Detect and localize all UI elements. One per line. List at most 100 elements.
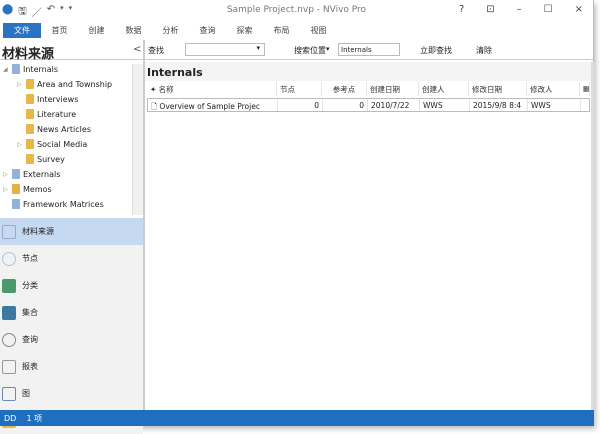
maximize-button[interactable]: ☐ [544, 4, 553, 15]
ribbon-tabs: 文件 首页 创建 数据 分析 查询 探索 布局 视图 [0, 22, 593, 39]
nav-button[interactable]: 集合 [0, 299, 143, 326]
tree-item[interactable]: Interviews [17, 92, 78, 106]
column-references[interactable]: 参考点 [322, 82, 367, 96]
tree-item[interactable]: Literature [17, 107, 76, 121]
name-text: Overview of Sample Projec [159, 102, 260, 111]
ribbon-options-button[interactable]: ⊡ [486, 4, 494, 15]
list-title: Internals [145, 62, 591, 81]
sources-icon [2, 224, 16, 239]
minimize-button[interactable]: – [517, 4, 522, 15]
folder-icon [26, 124, 34, 134]
tree-item-label: Literature [37, 109, 77, 119]
classifications-icon [2, 278, 16, 293]
list-scrollbar[interactable] [591, 62, 594, 410]
nav-label: 图 [22, 389, 30, 398]
title-bar: ⬤ 🖫 ／ ↶ ▾ ▾ Sample Project.nvp - NVivo P… [0, 0, 593, 20]
tab-layout[interactable]: 布局 [263, 25, 300, 36]
nav-label: 报表 [22, 362, 38, 371]
list-view: Internals ✦ 名称 节点 参考点 创建日期 创建人 修改日期 修改人 … [145, 62, 591, 410]
tab-explore[interactable]: 探索 [226, 25, 263, 36]
table-row[interactable]: 🗋 Overview of Sample Projec 0 0 2010/7/2… [147, 98, 590, 112]
maps-icon [2, 386, 16, 401]
tab-view[interactable]: 视图 [300, 25, 337, 36]
search-in-dropdown[interactable]: ▾ [326, 45, 330, 53]
nav-button[interactable]: 节点 [0, 245, 143, 272]
app-window: ⬤ 🖫 ／ ↶ ▾ ▾ Sample Project.nvp - NVivo P… [0, 0, 594, 434]
tree-item-label: Internals [23, 64, 58, 74]
nav-label: 分类 [22, 281, 38, 290]
nav-button[interactable]: 报表 [0, 353, 143, 380]
tab-home[interactable]: 首页 [41, 25, 78, 36]
expand-icon[interactable]: ▷ [17, 141, 23, 148]
tree-item[interactable]: News Articles [17, 122, 91, 136]
column-chooser-icon[interactable]: ▦ [580, 82, 590, 96]
status-user: DD [4, 414, 17, 423]
tab-file[interactable]: 文件 [3, 23, 41, 38]
clear-button[interactable]: 清除 [476, 45, 492, 56]
column-created-on[interactable]: 创建日期 [367, 82, 419, 96]
close-button[interactable]: × [575, 4, 583, 15]
expand-icon[interactable]: ▷ [3, 171, 9, 178]
tree-item-label: Survey [37, 154, 65, 164]
expand-icon[interactable]: ▷ [3, 186, 9, 193]
cell-modified-by: WWS [528, 99, 581, 111]
navigation-pane: 材料来源节点分类集合查询报表图文件夹 [0, 218, 143, 434]
find-input[interactable]: ▾ [185, 43, 265, 56]
nav-label: 查询 [22, 335, 38, 344]
nav-button[interactable]: 材料来源 [0, 218, 143, 245]
tab-query[interactable]: 查询 [189, 25, 226, 36]
nav-button[interactable]: 图 [0, 380, 143, 407]
column-modified-by[interactable]: 修改人 [527, 82, 580, 96]
column-created-by[interactable]: 创建人 [419, 82, 469, 96]
tree-item[interactable]: ▷ Memos [3, 182, 52, 196]
collapse-sidebar-button[interactable]: < [133, 44, 141, 55]
tree-item[interactable]: ▷ Social Media [17, 137, 87, 151]
search-location-field[interactable]: Internals [338, 43, 400, 56]
find-bar: 材料来源 < 查找 ▾ 搜索位置 ▾ Internals 立即查找 清除 [0, 40, 593, 62]
cell-name: 🗋 Overview of Sample Projec [148, 99, 278, 111]
source-tree: ◢ Internals ▷ Area and Township Interviews Li… [0, 62, 143, 216]
tab-analyze[interactable]: 分析 [152, 25, 189, 36]
column-modified-on[interactable]: 修改日期 [469, 82, 527, 96]
nav-label: 材料来源 [22, 227, 54, 236]
folder-icon [12, 184, 20, 194]
folder-icon [26, 139, 34, 149]
nav-label: 集合 [22, 308, 38, 317]
tree-item[interactable]: ◢ Internals [3, 62, 58, 76]
cell-created-by: WWS [420, 99, 470, 111]
tab-data[interactable]: 数据 [115, 25, 152, 36]
expand-icon[interactable]: ◢ [3, 66, 9, 73]
tree-scrollbar[interactable] [132, 64, 143, 215]
tree-item[interactable]: Survey [17, 152, 65, 166]
tree-item[interactable]: ▷ Area and Township [17, 77, 112, 91]
find-now-button[interactable]: 立即查找 [420, 45, 452, 56]
status-bar: DD 1 项 [0, 410, 594, 426]
search-in-button[interactable]: 搜索位置 [294, 45, 326, 56]
reports-icon [2, 359, 16, 374]
tree-item-label: Framework Matrices [23, 199, 104, 209]
column-name[interactable]: ✦ 名称 [147, 82, 277, 96]
tree-item[interactable]: Framework Matrices [3, 197, 104, 211]
help-button[interactable]: ? [459, 4, 464, 15]
collections-icon [2, 305, 16, 320]
tree-item-label: Memos [23, 184, 52, 194]
column-nodes[interactable]: 节点 [277, 82, 322, 96]
cell-modified-on: 2015/9/8 8:4 [470, 99, 528, 111]
folder-icon [12, 64, 20, 74]
column-header: ✦ 名称 节点 参考点 创建日期 创建人 修改日期 修改人 ▦ [147, 82, 590, 96]
tree-item-label: Area and Township [37, 79, 113, 89]
tree-item[interactable]: ▷ Externals [3, 167, 60, 181]
nav-label: 节点 [22, 254, 38, 263]
expand-icon[interactable]: ▷ [17, 81, 23, 88]
tree-item-label: Social Media [37, 139, 88, 149]
tree-item-label: Externals [23, 169, 61, 179]
folder-icon [26, 94, 34, 104]
nav-button[interactable]: 查询 [0, 326, 143, 353]
folder-icon [26, 109, 34, 119]
cell-created-on: 2010/7/22 [368, 99, 420, 111]
tab-create[interactable]: 创建 [78, 25, 115, 36]
status-item-count: 1 项 [26, 414, 43, 423]
find-label: 查找 [148, 46, 164, 55]
tree-item-label: News Articles [37, 124, 91, 134]
nav-button[interactable]: 分类 [0, 272, 143, 299]
